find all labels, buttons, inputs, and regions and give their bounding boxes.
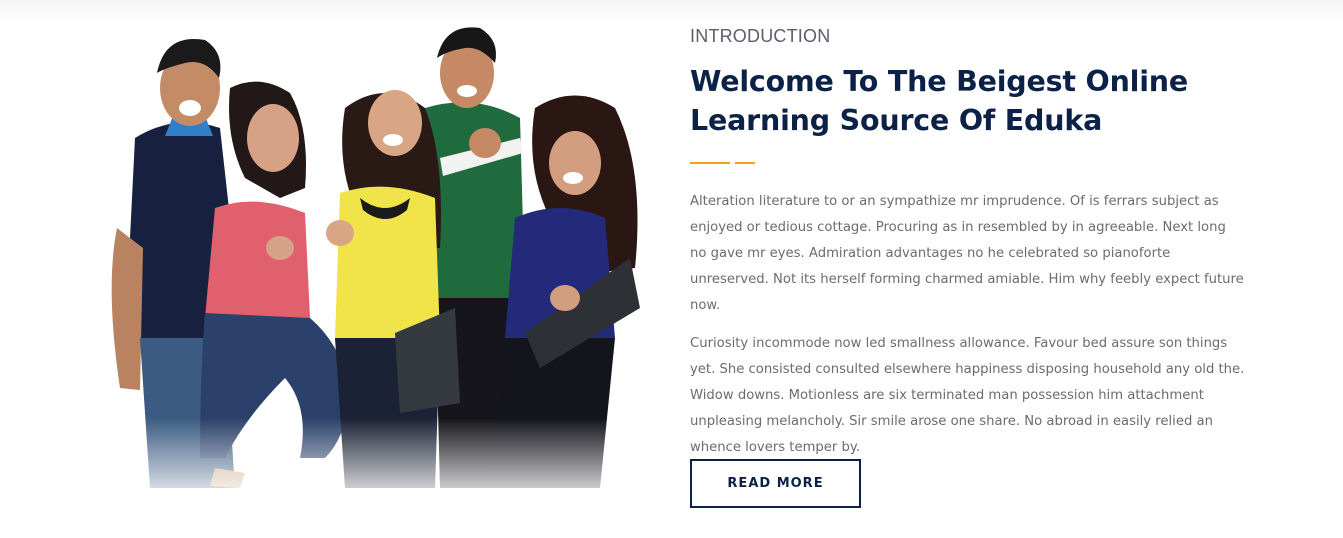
section-title-line2: Learning Source Of Eduka [690, 104, 1103, 137]
intro-paragraph-2: Curiosity incommode now led smallness al… [690, 336, 1245, 455]
intro-paragraph-1: Alteration literature to or an sympathiz… [690, 194, 1244, 313]
section-eyebrow: INTRODUCTION [690, 26, 831, 46]
section-title: Welcome To The Beigest Online Learning S… [690, 62, 1250, 140]
section-title-line1: Welcome To The Beigest Online [690, 65, 1189, 98]
intro-content: INTRODUCTION Welcome To The Beigest Onli… [690, 24, 1250, 461]
title-divider [690, 162, 770, 164]
divider-short-bar [735, 162, 755, 164]
divider-long-bar [690, 162, 730, 164]
read-more-button[interactable]: READ MORE [690, 459, 861, 508]
students-photo [95, 18, 655, 508]
